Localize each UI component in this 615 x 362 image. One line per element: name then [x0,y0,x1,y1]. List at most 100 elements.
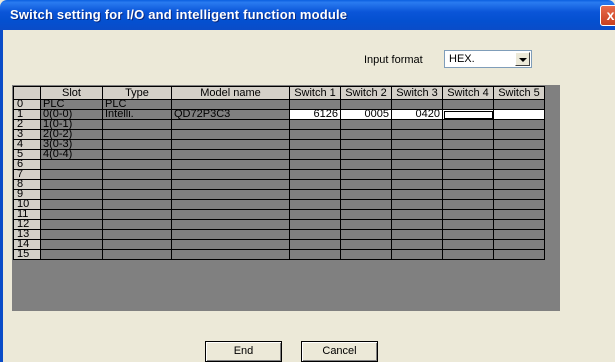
switch-2-cell[interactable] [340,119,392,130]
switch-2-cell[interactable] [340,249,392,260]
switch-2-cell[interactable] [340,219,392,230]
switch-5-cell[interactable] [493,189,545,200]
table-row: 2 1(0-1) [13,119,545,130]
switch-2-cell[interactable] [340,199,392,210]
switch-5-cell[interactable] [493,159,545,170]
switch-4-cell[interactable] [442,229,494,240]
switch-5-cell[interactable] [493,229,545,240]
scroll-track[interactable] [559,115,560,297]
switch-2-cell[interactable] [340,139,392,150]
switch-1-cell[interactable] [289,189,341,200]
scroll-down-icon[interactable] [559,297,560,311]
switch-1-cell[interactable] [289,139,341,150]
switch-grid[interactable]: Slot Type Model name Switch 1 Switch 2 S… [12,85,560,311]
switch-1-cell[interactable] [289,239,341,250]
switch-1-cell[interactable] [289,219,341,230]
switch-3-cell[interactable] [391,169,443,180]
switch-4-cell[interactable] [442,249,494,260]
switch-4-cell[interactable] [442,169,494,180]
switch-3-cell[interactable]: 0420 [391,109,443,120]
switch-4-cell[interactable] [442,239,494,250]
switch-3-cell[interactable] [391,239,443,250]
switch-2-cell[interactable] [340,159,392,170]
switch-3-cell[interactable] [391,99,443,110]
switch-1-cell[interactable]: 6126 [289,109,341,120]
switch-1-cell[interactable] [289,249,341,260]
switch-3-cell[interactable] [391,199,443,210]
switch-4-cell[interactable] [442,129,494,140]
close-button[interactable]: x [600,5,615,26]
switch-2-cell[interactable] [340,189,392,200]
switch-4-cell[interactable] [442,109,494,120]
switch-4-cell[interactable] [442,219,494,230]
cancel-button[interactable]: Cancel [301,341,378,362]
switch-5-cell[interactable] [493,239,545,250]
switch-2-cell[interactable] [340,149,392,160]
model-name-cell [171,119,290,130]
switch-2-cell[interactable] [340,179,392,190]
switch-3-cell[interactable] [391,249,443,260]
switch-3-cell[interactable] [391,219,443,230]
scroll-up-icon[interactable] [559,86,560,101]
model-name-cell [171,229,290,240]
switch-3-cell[interactable] [391,119,443,130]
switch-5-cell[interactable] [493,219,545,230]
switch-5-cell[interactable] [493,199,545,210]
switch-4-cell[interactable] [442,209,494,220]
switch-1-cell[interactable] [289,119,341,130]
switch-1-cell[interactable] [289,179,341,190]
table-row: 10 [13,199,545,210]
switch-2-cell[interactable] [340,209,392,220]
model-name-cell [171,99,290,110]
switch-3-cell[interactable] [391,189,443,200]
vertical-scrollbar[interactable] [559,86,560,311]
switch-5-cell[interactable] [493,249,545,260]
switch-4-cell[interactable] [442,99,494,110]
title-bar[interactable]: Switch setting for I/O and intelligent f… [0,0,615,30]
switch-5-cell[interactable] [493,129,545,140]
switch-1-cell[interactable] [289,99,341,110]
switch-5-cell[interactable] [493,209,545,220]
scroll-thumb[interactable] [559,101,560,115]
switch-5-cell[interactable] [493,149,545,160]
switch-1-cell[interactable] [289,199,341,210]
switch-2-cell[interactable] [340,99,392,110]
switch-3-cell[interactable] [391,179,443,190]
switch-4-cell[interactable] [442,139,494,150]
switch-4-cell[interactable] [442,189,494,200]
row-number: 1 [13,109,41,120]
switch-3-cell[interactable] [391,149,443,160]
switch-4-cell[interactable] [442,159,494,170]
switch-5-cell[interactable] [493,99,545,110]
switch-1-cell[interactable] [289,169,341,180]
switch-2-cell[interactable] [340,129,392,140]
switch-2-cell[interactable] [340,229,392,240]
switch-2-cell[interactable] [340,239,392,250]
switch-3-cell[interactable] [391,139,443,150]
switch-1-cell[interactable] [289,229,341,240]
end-button[interactable]: End [205,341,282,362]
switch-5-cell[interactable] [493,169,545,180]
switch-4-cell[interactable] [442,199,494,210]
switch-5-cell[interactable] [493,119,545,130]
switch-3-cell[interactable] [391,129,443,140]
chevron-down-icon[interactable] [515,52,530,66]
switch-1-cell[interactable] [289,129,341,140]
switch-1-cell[interactable] [289,149,341,160]
switch-5-cell[interactable] [493,179,545,190]
switch-2-cell[interactable]: 0005 [340,109,392,120]
switch-1-cell[interactable] [289,209,341,220]
switch-1-cell[interactable] [289,159,341,170]
switch-3-cell[interactable] [391,229,443,240]
switch-5-cell[interactable] [493,109,545,120]
switch-5-cell[interactable] [493,139,545,150]
switch-3-cell[interactable] [391,159,443,170]
switch-4-cell[interactable] [442,149,494,160]
switch-4-cell[interactable] [442,179,494,190]
switch-4-cell[interactable] [442,119,494,130]
switch-2-cell[interactable] [340,169,392,180]
switch-3-cell[interactable] [391,209,443,220]
slot-cell [40,229,103,240]
input-format-select[interactable]: HEX. [444,50,532,68]
table-row: 7 [13,169,545,180]
